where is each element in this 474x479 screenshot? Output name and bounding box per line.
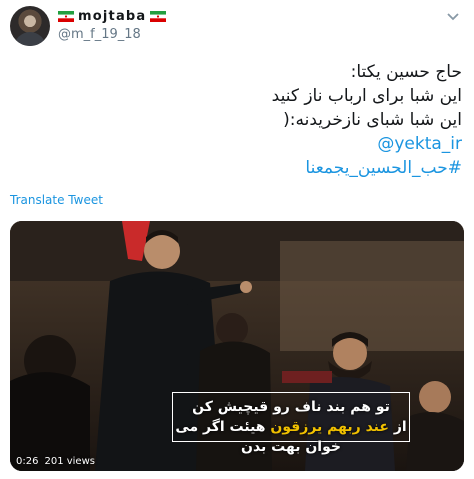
tweet-header: mojtaba @m_f_19_18: [58, 9, 464, 45]
avatar-figure: [14, 32, 46, 46]
iran-flag-icon: [58, 11, 74, 22]
caption-line-1: تو هم بند ناف رو قیچیش کن: [192, 399, 390, 415]
video-meta: 0:26 201 views: [16, 456, 95, 467]
video-views: 201 views: [44, 456, 95, 467]
mention-link[interactable]: @yekta_ir: [22, 132, 462, 156]
display-name[interactable]: mojtaba: [78, 9, 146, 24]
name-row: mojtaba: [58, 9, 464, 24]
video-player[interactable]: تو هم بند ناف رو قیچیش کن از عند ربهم یر…: [10, 221, 464, 471]
caption-line-2: از عند ربهم یرزقون هیئت اگر می خوان بهت …: [173, 417, 409, 457]
tweet-text: حاج حسین یکتا: این شبا برای ارباب ناز کن…: [22, 60, 462, 180]
caption-highlight: عند ربهم یرزقون: [270, 419, 389, 435]
video-time: 0:26: [16, 456, 39, 467]
iran-flag-icon: [150, 11, 167, 22]
translate-tweet-link[interactable]: Translate Tweet: [10, 193, 103, 207]
caption-prefix: از: [388, 419, 407, 435]
chevron-down-icon[interactable]: [446, 9, 460, 23]
video-caption: تو هم بند ناف رو قیچیش کن از عند ربهم یر…: [172, 392, 410, 455]
avatar[interactable]: [10, 6, 50, 46]
tweet-line: حاج حسین یکتا:: [350, 62, 462, 82]
user-handle[interactable]: @m_f_19_18: [58, 27, 464, 42]
hashtag-link[interactable]: #حب_الحسین_یجمعنا: [22, 156, 462, 180]
tweet-line: این شبا برای ارباب ناز کنید: [271, 86, 462, 106]
tweet-line: این شبا شبای نازخریدنه:(: [283, 110, 462, 130]
